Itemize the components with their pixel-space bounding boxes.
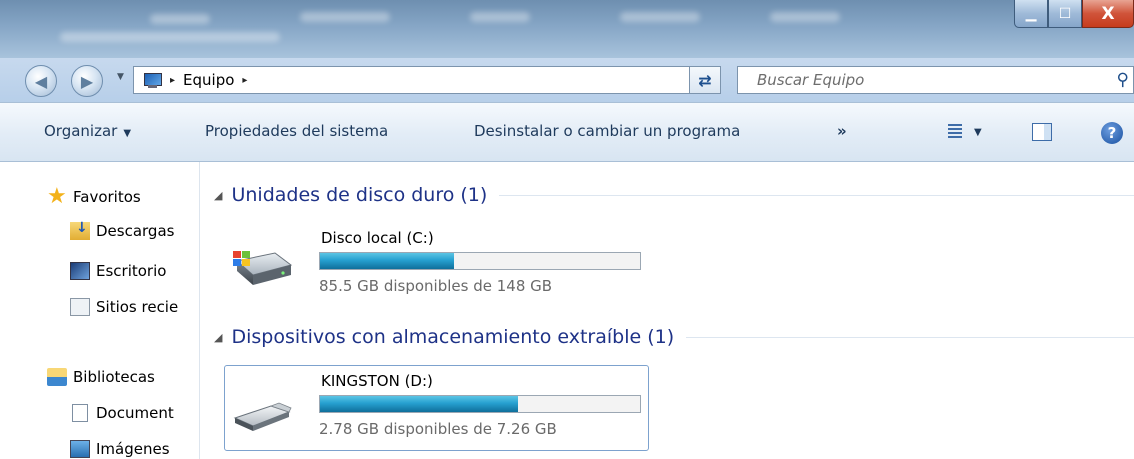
drive-free-space: 85.5 GB disponibles de 148 GB <box>319 277 553 295</box>
group-header-removable[interactable]: ◢ Dispositivos con almacenamiento extraí… <box>214 326 1134 348</box>
search-box[interactable]: ⚲ <box>737 66 1134 94</box>
drive-name: KINGSTON (D:) <box>321 372 433 390</box>
view-options-dropdown[interactable]: ▼ <box>974 127 982 138</box>
downloads-folder-icon <box>70 220 90 240</box>
group-divider <box>686 336 1134 338</box>
content-area: ◢ Unidades de disco duro (1) Disco local… <box>200 162 1134 459</box>
title-bar: ▁ ☐ X <box>0 0 1134 58</box>
group-title: Dispositivos con almacenamiento extraíbl… <box>231 326 675 348</box>
drive-usage-bar <box>319 252 641 270</box>
nav-item-favorites[interactable]: ★ Favoritos <box>47 184 141 209</box>
drive-free-space: 2.78 GB disponibles de 7.26 GB <box>319 420 557 438</box>
nav-item-libraries[interactable]: Bibliotecas <box>47 368 155 386</box>
blurred-title-fragment <box>60 32 280 42</box>
nav-item-label: Sitios recie <box>96 298 179 316</box>
breadcrumb-separator-icon[interactable]: ▸ <box>170 75 175 86</box>
blurred-title-fragment <box>620 12 700 22</box>
nav-item-label: Favoritos <box>73 188 141 206</box>
address-bar[interactable]: ▸ Equipo ▸ ▼ <box>133 66 713 94</box>
preview-pane-icon[interactable] <box>1032 123 1052 141</box>
maximize-button[interactable]: ☐ <box>1048 0 1082 28</box>
breadcrumb-separator-icon[interactable]: ▸ <box>242 75 247 86</box>
drive-name: Disco local (C:) <box>321 229 434 247</box>
blurred-title-fragment <box>150 14 210 24</box>
drive-tile-c[interactable]: Disco local (C:) 85.5 GB disponibles de … <box>224 222 649 308</box>
nav-item-label: Imágenes <box>96 440 170 458</box>
libraries-icon <box>47 368 67 386</box>
nav-item-label: Escritorio <box>96 262 167 280</box>
nav-item-documents[interactable]: Document <box>70 404 174 422</box>
blurred-title-fragment <box>470 12 530 22</box>
forward-button[interactable]: ▶ <box>71 65 103 97</box>
refresh-icon: ⇄ <box>698 70 712 90</box>
help-icon[interactable]: ? <box>1101 122 1123 144</box>
pictures-icon <box>70 440 90 458</box>
drive-usage-bar <box>319 395 641 413</box>
desktop-icon <box>70 262 90 280</box>
hard-drive-icon <box>233 251 293 285</box>
nav-item-label: Document <box>96 404 174 422</box>
command-bar: Organizar ▼ Propiedades del sistema Desin… <box>0 102 1134 162</box>
group-divider <box>499 194 1134 196</box>
uninstall-program-button[interactable]: Desinstalar o cambiar un programa <box>474 122 740 140</box>
nav-item-pictures[interactable]: Imágenes <box>70 440 170 458</box>
address-toolbar: ◀ ▶ ▼ ▸ Equipo ▸ ▼ ⇄ ⚲ <box>0 58 1134 102</box>
back-arrow-icon: ◀ <box>34 71 48 91</box>
nav-item-label: Bibliotecas <box>73 368 155 386</box>
back-button[interactable]: ◀ <box>25 65 57 97</box>
collapse-triangle-icon: ◢ <box>214 330 223 344</box>
group-title: Unidades de disco duro (1) <box>231 184 488 206</box>
nav-item-recent-places[interactable]: Sitios recie <box>70 298 178 316</box>
usb-drive-icon <box>233 402 292 431</box>
group-header-hard-drives[interactable]: ◢ Unidades de disco duro (1) <box>214 184 1134 206</box>
collapse-triangle-icon: ◢ <box>214 188 223 202</box>
organize-label: Organizar <box>44 122 118 140</box>
star-icon: ★ <box>47 184 67 209</box>
blurred-title-fragment <box>770 12 840 22</box>
recent-places-icon <box>70 298 90 316</box>
breadcrumb-equipo[interactable]: Equipo <box>183 71 234 89</box>
window-controls: ▁ ☐ X <box>1014 0 1134 30</box>
drive-tile-d[interactable]: KINGSTON (D:) 2.78 GB disponibles de 7.2… <box>224 365 649 451</box>
system-properties-button[interactable]: Propiedades del sistema <box>205 122 388 140</box>
organize-button[interactable]: Organizar ▼ <box>44 122 131 140</box>
computer-icon <box>142 72 162 88</box>
chevron-down-icon: ▼ <box>123 128 132 139</box>
blurred-title-fragment <box>300 12 390 22</box>
refresh-button[interactable]: ⇄ <box>689 66 721 94</box>
drive-usage-fill <box>320 253 455 269</box>
recent-pages-dropdown[interactable]: ▼ <box>117 72 124 82</box>
navigation-pane: ★ Favoritos Descargas Escritorio Sitios … <box>0 162 200 459</box>
forward-arrow-icon: ▶ <box>80 71 94 91</box>
search-input[interactable] <box>757 71 1097 89</box>
document-icon <box>72 404 88 422</box>
close-button[interactable]: X <box>1082 0 1134 28</box>
search-icon[interactable]: ⚲ <box>1117 70 1129 90</box>
minimize-button[interactable]: ▁ <box>1014 0 1048 28</box>
nav-item-desktop[interactable]: Escritorio <box>70 262 166 280</box>
drive-usage-fill <box>320 396 519 412</box>
nav-item-downloads[interactable]: Descargas <box>70 220 175 240</box>
nav-item-label: Descargas <box>96 222 175 240</box>
more-commands-button[interactable]: » <box>837 122 847 140</box>
change-view-icon[interactable] <box>948 124 962 140</box>
